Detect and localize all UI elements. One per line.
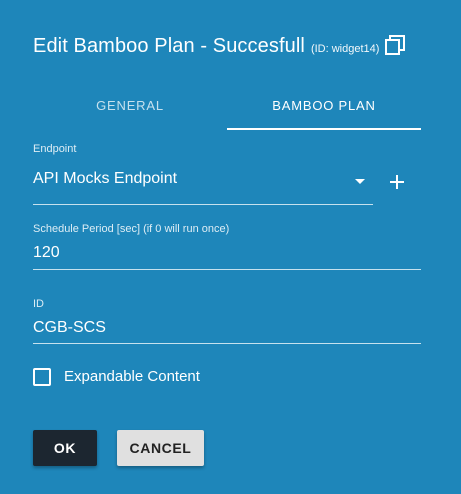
id-field[interactable]: ID CGB-SCS <box>33 298 421 346</box>
cancel-button[interactable]: CANCEL <box>117 430 204 466</box>
dialog-header: Edit Bamboo Plan - Succesfull (ID: widge… <box>33 30 406 58</box>
id-underline <box>33 343 421 344</box>
ok-button[interactable]: OK <box>33 430 97 466</box>
endpoint-underline <box>33 204 373 205</box>
schedule-period-field[interactable]: Schedule Period [sec] (if 0 will run onc… <box>33 223 421 271</box>
dialog-title: Edit Bamboo Plan - Succesfull <box>33 35 305 57</box>
dropdown-arrow-icon[interactable] <box>355 179 365 184</box>
schedule-underline <box>33 269 421 270</box>
endpoint-value: API Mocks Endpoint <box>33 170 178 187</box>
id-label: ID <box>33 298 44 310</box>
widget-id-note: (ID: widget14) <box>310 43 380 55</box>
edit-plan-dialog: Edit Bamboo Plan - Succesfull (ID: widge… <box>0 0 461 494</box>
tab-bar: GENERAL BAMBOO PLAN <box>33 88 421 130</box>
schedule-period-input[interactable]: 120 <box>33 244 421 262</box>
endpoint-select[interactable]: Endpoint API Mocks Endpoint <box>33 143 373 205</box>
expandable-content-label: Expandable Content <box>64 368 200 385</box>
id-input[interactable]: CGB-SCS <box>33 319 421 337</box>
schedule-period-label: Schedule Period [sec] (if 0 will run onc… <box>33 223 230 235</box>
checkbox-icon[interactable] <box>33 368 51 386</box>
plus-icon[interactable] <box>387 172 407 192</box>
expandable-content-checkbox[interactable]: Expandable Content <box>33 367 200 387</box>
tab-bamboo-plan[interactable]: BAMBOO PLAN <box>227 88 421 130</box>
copy-icon[interactable] <box>384 34 406 56</box>
endpoint-label: Endpoint <box>33 143 77 155</box>
tab-general[interactable]: GENERAL <box>33 88 227 130</box>
